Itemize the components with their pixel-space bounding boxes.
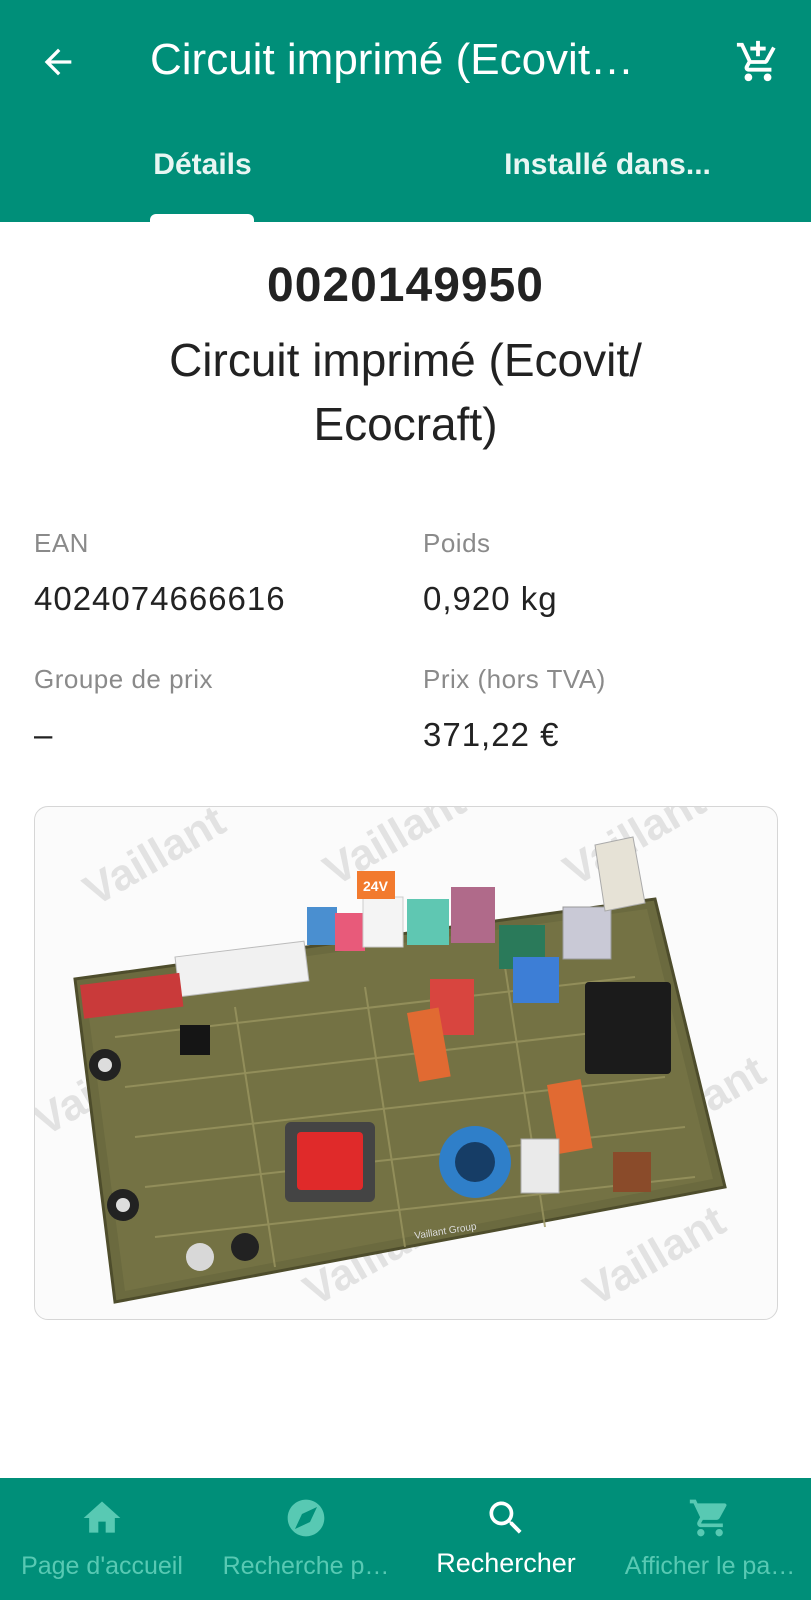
nav-part-search[interactable]: Recherche p… <box>206 1478 406 1600</box>
part-number: 0020149950 <box>267 259 544 312</box>
bottom-navigation: Page d'accueil Recherche p… Rechercher A… <box>0 1478 811 1600</box>
home-icon <box>83 1501 121 1533</box>
weight-value: 0,920 kg <box>423 580 558 617</box>
nav-view-cart[interactable]: Afficher le pa… <box>610 1478 810 1600</box>
cart-add-icon <box>736 40 776 82</box>
tab-details[interactable]: Détails <box>150 130 255 222</box>
active-tab-indicator <box>150 214 254 222</box>
part-name: Circuit imprimé (Ecovit/ Ecocraft) <box>169 334 642 450</box>
nav-part-search-label: Recherche p… <box>222 1552 390 1580</box>
price-group-value: – <box>34 716 54 753</box>
nav-search[interactable]: Rechercher <box>406 1478 606 1600</box>
ean-value: 4024074666616 <box>34 580 286 617</box>
page-title: Circuit imprimé (Ecovit… <box>150 35 635 84</box>
app-header: Circuit imprimé (Ecovit… Détails Install… <box>0 0 811 222</box>
watermark: Vaillant <box>576 1196 734 1316</box>
tab-bar: Détails Installé dans... <box>0 130 811 222</box>
nav-home[interactable]: Page d'accueil <box>2 1478 202 1600</box>
nav-home-label: Page d'accueil <box>21 1552 183 1580</box>
top-app-bar: Circuit imprimé (Ecovit… <box>0 0 811 120</box>
back-button[interactable] <box>30 34 86 90</box>
product-image[interactable]: Vaillant Vaillant Vaillant Vaillant Vail… <box>34 806 778 1320</box>
compass-icon <box>287 1499 325 1537</box>
nav-view-cart-label: Afficher le pa… <box>624 1552 796 1580</box>
tab-installed-in[interactable]: Installé dans... <box>485 130 730 222</box>
cart-icon <box>689 1499 727 1537</box>
price-label: Prix (hors TVA) <box>423 664 606 694</box>
search-icon <box>489 1501 522 1534</box>
ean-label: EAN <box>34 528 89 558</box>
board-label-24v: 24V <box>363 878 389 894</box>
watermark: Vaillant <box>76 807 234 916</box>
price-value: 371,22 € <box>423 716 560 753</box>
weight-label: Poids <box>423 528 491 558</box>
nav-search-label: Rechercher <box>436 1548 576 1578</box>
add-to-cart-button[interactable] <box>730 34 786 90</box>
circuit-board-illustration: Vaillant Vaillant Vaillant Vaillant Vail… <box>35 807 774 1316</box>
arrow-left-icon <box>44 48 72 76</box>
price-group-label: Groupe de prix <box>34 664 213 694</box>
